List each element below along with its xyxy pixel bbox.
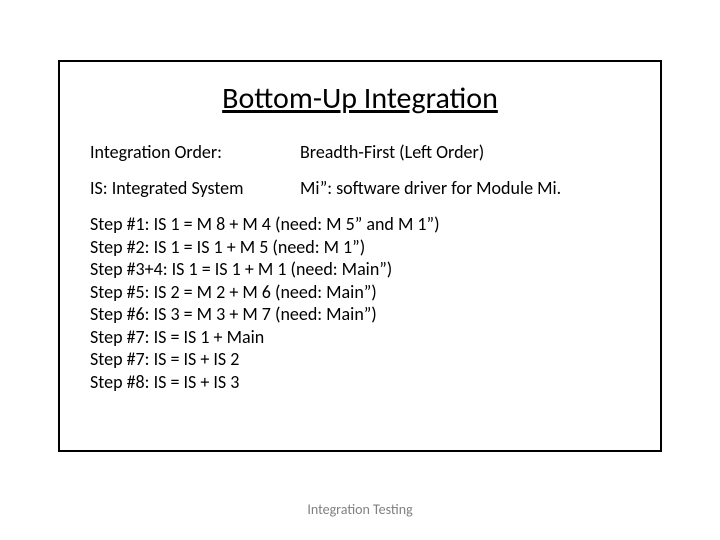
slide: Bottom-Up Integration Integration Order:…	[0, 0, 720, 540]
slide-footer: Integration Testing	[0, 501, 720, 518]
step-item: Step #7: IS = IS 1 + Main	[90, 326, 630, 349]
step-item: Step #1: IS 1 = M 8 + M 4 (need: M 5” an…	[90, 213, 630, 236]
integration-order-value: Breadth-First (Left Order)	[300, 141, 630, 163]
slide-title: Bottom-Up Integration	[90, 80, 630, 117]
is-definition: IS: Integrated System	[90, 177, 300, 199]
content-frame: Bottom-Up Integration Integration Order:…	[58, 60, 662, 452]
step-item: Step #8: IS = IS + IS 3	[90, 371, 630, 394]
definition-row-2: IS: Integrated System Mi”: software driv…	[90, 177, 630, 199]
step-item: Step #7: IS = IS + IS 2	[90, 348, 630, 371]
integration-order-label: Integration Order:	[90, 141, 300, 163]
steps-list: Step #1: IS 1 = M 8 + M 4 (need: M 5” an…	[90, 213, 630, 393]
definition-row-1: Integration Order: Breadth-First (Left O…	[90, 141, 630, 163]
mi-definition: Mi”: software driver for Module Mi.	[300, 177, 630, 199]
step-item: Step #5: IS 2 = M 2 + M 6 (need: Main”)	[90, 281, 630, 304]
step-item: Step #2: IS 1 = IS 1 + M 5 (need: M 1”)	[90, 236, 630, 259]
step-item: Step #3+4: IS 1 = IS 1 + M 1 (need: Main…	[90, 258, 630, 281]
step-item: Step #6: IS 3 = M 3 + M 7 (need: Main”)	[90, 303, 630, 326]
